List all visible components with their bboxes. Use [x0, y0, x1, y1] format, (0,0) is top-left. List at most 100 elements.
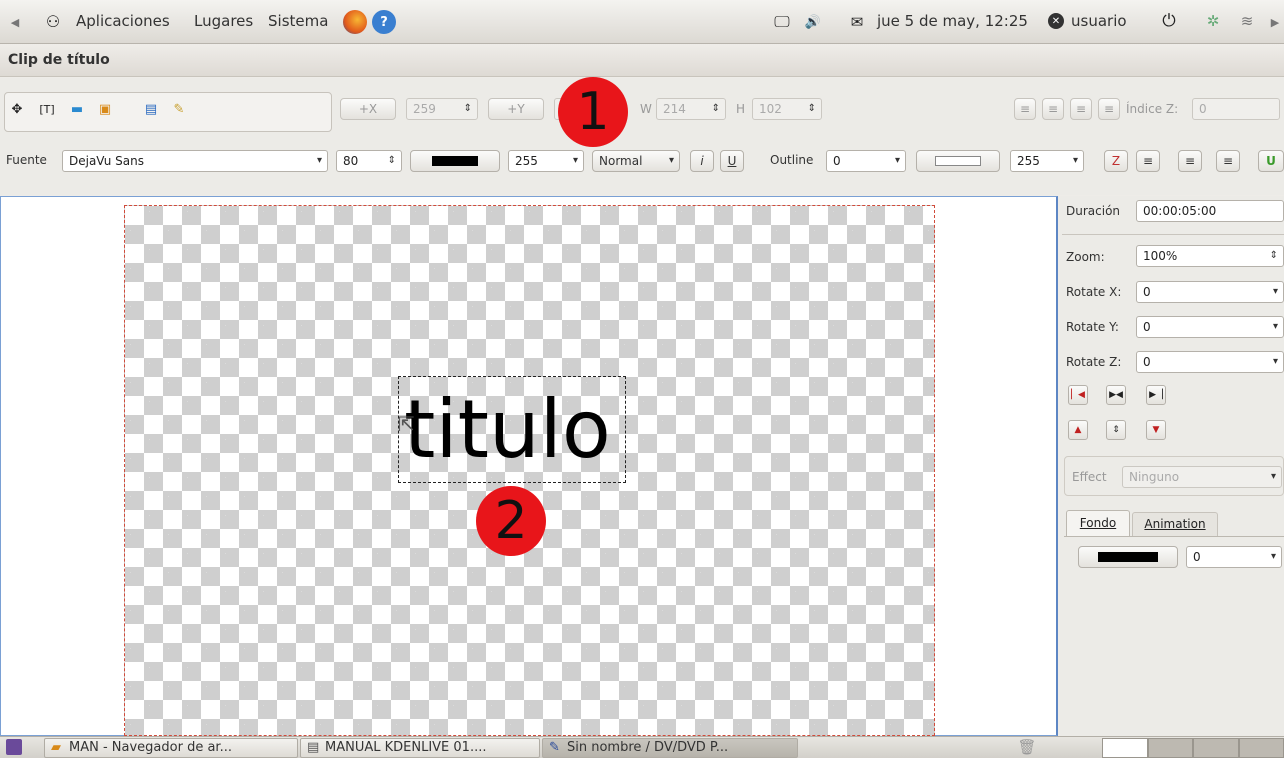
text-color-button[interactable] — [410, 150, 500, 172]
align-right-edge-button[interactable]: ▶▕ — [1146, 385, 1166, 405]
italic-button[interactable]: i — [690, 150, 714, 172]
zoom-field[interactable]: 100% ⇕ — [1136, 245, 1284, 267]
rotate-z-label: Rotate Z: — [1066, 355, 1122, 369]
kdenlive-icon: ✎ — [549, 740, 560, 755]
z-index-label: Índice Z: — [1126, 102, 1179, 116]
font-select[interactable]: DejaVu Sans ▾ — [62, 150, 328, 172]
rotate-y-value: 0 — [1143, 320, 1151, 334]
rotate-z-field[interactable]: 0 ▾ — [1136, 351, 1284, 373]
task-manual-document-label: MANUAL KDENLIVE 01.... — [325, 740, 487, 755]
task-file-manager[interactable]: ▰ MAN - Navegador de ar... — [44, 738, 298, 758]
menu-aplicaciones[interactable]: Aplicaciones — [76, 12, 170, 30]
effect-select[interactable]: Ninguno ▾ — [1122, 466, 1282, 488]
folder-icon: ▰ — [51, 740, 61, 755]
select-tool-icon[interactable]: ✥ — [8, 100, 26, 118]
background-alpha-select[interactable]: 0 ▾ — [1186, 546, 1282, 568]
menu-lugares[interactable]: Lugares — [194, 12, 253, 30]
workspace-switcher[interactable] — [1102, 738, 1284, 758]
volume-icon[interactable]: 🔊 — [804, 13, 822, 31]
outline-color-swatch — [935, 156, 981, 166]
align-left-edge-button[interactable]: ▏◀ — [1068, 385, 1088, 405]
align-left-button[interactable]: ≡ — [1098, 98, 1120, 120]
align-top-button[interactable]: ≡ — [1014, 98, 1036, 120]
zoom-value: 100% — [1143, 249, 1178, 263]
document-icon: ▤ — [307, 740, 320, 755]
show-desktop-icon[interactable] — [6, 739, 22, 755]
help-icon[interactable]: ? — [372, 10, 396, 34]
collapse-arrow-icon[interactable]: ◀ — [6, 13, 24, 31]
duration-field[interactable]: 00:00:05:00 — [1136, 200, 1284, 222]
edit-template-icon[interactable]: ✎ — [170, 100, 188, 118]
align-top-edge-button[interactable]: ▲ — [1068, 420, 1088, 440]
trash-icon[interactable]: 🗑 — [1017, 738, 1036, 756]
background-color-swatch — [1098, 552, 1158, 562]
text-align-right-button[interactable]: ≡ — [1216, 150, 1240, 172]
wifi-icon[interactable]: ≋ — [1238, 12, 1256, 30]
task-manual-document[interactable]: ▤ MANUAL KDENLIVE 01.... — [300, 738, 540, 758]
chevron-down-icon: ▾ — [668, 155, 674, 166]
user-status-icon[interactable]: ✕ — [1048, 13, 1064, 29]
effect-label: Effect — [1072, 470, 1107, 484]
align-vcenter-button[interactable]: ⇕ — [1106, 420, 1126, 440]
outline-color-button[interactable] — [916, 150, 1000, 172]
duration-value: 00:00:05:00 — [1143, 204, 1217, 218]
background-color-button[interactable] — [1078, 546, 1178, 568]
font-size-field[interactable]: 80 ⇕ — [336, 150, 402, 172]
rotate-y-field[interactable]: 0 ▾ — [1136, 316, 1284, 338]
workspace-4[interactable] — [1238, 738, 1284, 758]
outline-alpha-select[interactable]: 255 ▾ — [1010, 150, 1084, 172]
save-icon[interactable]: ▤ — [142, 100, 160, 118]
font-size-value: 80 — [343, 154, 359, 168]
x-position-field[interactable]: 259 ⇕ — [406, 98, 478, 120]
workspace-1[interactable] — [1102, 738, 1148, 758]
align-bottom-edge-button[interactable]: ▼ — [1146, 420, 1166, 440]
plus-x-button[interactable]: +X — [340, 98, 396, 120]
font-weight-select[interactable]: Normal ▾ — [592, 150, 680, 172]
image-tool-icon[interactable]: ▣ — [96, 100, 114, 118]
chevron-down-icon: ▾ — [1270, 551, 1276, 562]
text-align-left-button[interactable]: ≡ — [1136, 150, 1160, 172]
height-field[interactable]: 102 ⇕ — [752, 98, 822, 120]
text-align-center-button[interactable]: ≡ — [1178, 150, 1202, 172]
clock[interactable]: jue 5 de may, 12:25 — [877, 12, 1028, 30]
toolbar-row-1: ✥ [T] ▬ ▣ ▤ ✎ +X 259 ⇕ +Y W 214 ⇕ H 102 ⇕ ≡… — [0, 78, 1284, 140]
user-name[interactable]: usuario — [1071, 12, 1127, 30]
text-alpha-select[interactable]: 255 ▾ — [508, 150, 584, 172]
rectangle-tool-icon[interactable]: ▬ — [68, 100, 86, 118]
tab-fondo[interactable]: Fondo — [1066, 510, 1130, 536]
people-icon[interactable]: ✲ — [1204, 12, 1222, 30]
duration-label: Duración — [1066, 204, 1121, 218]
ubuntu-logo-icon[interactable]: ⚇ — [44, 12, 62, 31]
title-text-item[interactable]: titulo — [404, 380, 611, 480]
width-field[interactable]: 214 ⇕ — [656, 98, 726, 120]
text-tool-icon[interactable]: [T] — [38, 100, 56, 118]
chevron-down-icon: ▾ — [1272, 286, 1278, 297]
marker-1: 1 — [558, 77, 628, 147]
clear-format-button[interactable]: Z — [1104, 150, 1128, 172]
text-color-swatch — [432, 156, 478, 166]
outline-width-select[interactable]: 0 ▾ — [826, 150, 906, 172]
underline-button[interactable]: U — [720, 150, 744, 172]
spin-icon: ⇕ — [711, 103, 720, 114]
tab-animation[interactable]: Animation — [1132, 512, 1218, 536]
menu-sistema[interactable]: Sistema — [268, 12, 328, 30]
align-middle-button[interactable]: ≡ — [1042, 98, 1064, 120]
power-icon[interactable]: ⏻ — [1160, 11, 1178, 31]
mail-icon[interactable]: ✉ — [848, 13, 866, 31]
chevron-down-icon: ▾ — [316, 155, 322, 166]
workspace-2[interactable] — [1147, 738, 1193, 758]
display-icon[interactable]: 🖵 — [773, 12, 791, 31]
toolbar-row-2: Fuente DejaVu Sans ▾ 80 ⇕ 255 ▾ Normal ▾ i U… — [0, 140, 1284, 195]
firefox-icon[interactable] — [343, 10, 367, 34]
task-kdenlive[interactable]: ✎ Sin nombre / DV/DVD P... — [542, 738, 798, 758]
align-hcenter-button[interactable]: ▶◀ — [1106, 385, 1126, 405]
rotate-x-field[interactable]: 0 ▾ — [1136, 281, 1284, 303]
panel-arrow-icon[interactable]: ▶ — [1266, 13, 1284, 31]
plus-y-button[interactable]: +Y — [488, 98, 544, 120]
z-index-field[interactable]: 0 — [1192, 98, 1280, 120]
align-bottom-button[interactable]: ≡ — [1070, 98, 1092, 120]
workspace-3[interactable] — [1193, 738, 1239, 758]
uppercase-button[interactable]: U — [1258, 150, 1284, 172]
rotate-x-value: 0 — [1143, 285, 1151, 299]
spin-icon: ⇕ — [1269, 250, 1278, 261]
